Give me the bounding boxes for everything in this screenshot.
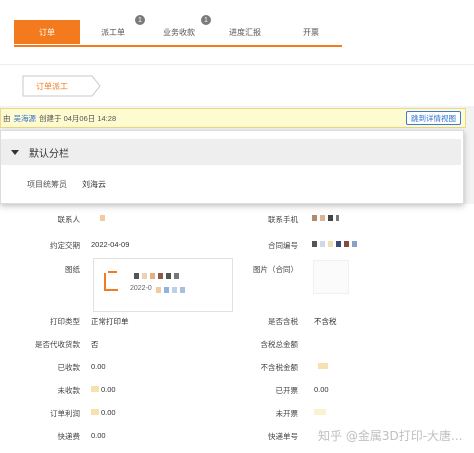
tab-label: 业务收款: [163, 27, 195, 37]
tab-label: 派工单: [101, 27, 125, 37]
tab-dispatch[interactable]: 派工单 1: [80, 15, 146, 44]
tab-progress[interactable]: 进度汇报: [212, 20, 278, 44]
delivery-date-label: 约定交期: [50, 241, 80, 250]
tax-included-label: 是否含税: [268, 317, 298, 326]
process-steps: 订单派工: [0, 64, 474, 106]
agent-collect-label: 是否代收货款: [35, 340, 80, 349]
tab-invoice[interactable]: 开票: [278, 20, 344, 44]
invoiced-value: 0.00: [314, 385, 329, 394]
print-type-value: 正常打印单: [91, 317, 129, 326]
contract-no-redacted: [312, 239, 360, 248]
step-label: 订单派工: [36, 82, 68, 91]
untaxed-total-label: 不含税金额: [260, 363, 299, 372]
drawing-file-date: 2022-0: [130, 285, 152, 292]
received-value: 0.00: [91, 362, 106, 371]
tax-included-value: 不含税: [314, 317, 337, 326]
tax-total-label: 含税总金额: [260, 340, 299, 349]
drawing-label: 图纸: [65, 265, 80, 274]
contact-label: 联系人: [57, 215, 81, 224]
tab-order[interactable]: 订单: [14, 20, 80, 44]
banner-prefix: 由: [3, 113, 11, 123]
tab-label: 订单: [39, 27, 55, 37]
watermark: 知乎 @金属3D打印-大唐...: [318, 429, 463, 443]
profit-value: 0.00: [101, 408, 116, 417]
section-title: 默认分栏: [29, 148, 69, 160]
untaxed-total-redacted: [318, 361, 331, 370]
coordinator-value: 刘海云: [82, 180, 106, 189]
info-banner: 由 吴海源 创建于 04月06日 14:28 跳到详情视图: [0, 108, 466, 128]
delivery-date-value: 2022-04-09: [91, 240, 130, 249]
express-fee-label: 快递费: [57, 432, 81, 441]
contact-value-redacted: [100, 213, 108, 222]
tab-label: 进度汇报: [229, 27, 261, 37]
creator-link[interactable]: 吴海源: [14, 113, 37, 124]
tab-payments[interactable]: 业务收款 1: [146, 15, 212, 44]
unreceived-label: 未收款: [57, 386, 81, 395]
jump-to-detail-button[interactable]: 跳到详情视图: [406, 111, 461, 125]
drawing-filename-redacted: [134, 271, 182, 280]
contract-image-label: 图片（合同）: [253, 265, 298, 274]
print-type-label: 打印类型: [50, 317, 80, 326]
invoiced-label: 已开票: [275, 386, 299, 395]
tab-underline: [14, 45, 342, 47]
caret-down-icon: [11, 149, 19, 155]
tracking-no-label: 快递单号: [268, 432, 298, 441]
drawing-attachment[interactable]: 2022-0: [93, 258, 233, 312]
contract-no-label: 合同编号: [268, 241, 298, 250]
section-header[interactable]: 默认分栏: [1, 139, 461, 165]
tab-label: 开票: [303, 27, 319, 37]
top-tab-bar: 订单 派工单 1 业务收款 1 进度汇报 开票: [0, 0, 474, 64]
uninvoiced-redacted: [314, 407, 329, 416]
contract-image-thumbnail[interactable]: [313, 260, 349, 294]
tab-badge: 1: [201, 15, 211, 25]
received-label: 已收款: [57, 363, 81, 372]
profit-label: 订单利润: [50, 409, 80, 418]
file-icon: [104, 271, 118, 291]
step-order-dispatch[interactable]: 订单派工: [22, 75, 102, 97]
unreceived-value: 0.00: [101, 385, 116, 394]
contact-phone-label: 联系手机: [268, 215, 298, 224]
drawing-date-redacted: [156, 285, 188, 294]
contact-phone-redacted: [312, 213, 342, 222]
section-popover: 默认分栏 项目统筹员 刘海云: [0, 130, 464, 204]
tab-list: 订单 派工单 1 业务收款 1 进度汇报 开票: [14, 15, 344, 48]
coordinator-label: 项目统筹员: [27, 180, 67, 189]
agent-collect-value: 否: [91, 340, 99, 349]
tab-badge: 1: [135, 15, 145, 25]
express-fee-value: 0.00: [91, 431, 106, 440]
uninvoiced-label: 未开票: [275, 409, 299, 418]
created-at: 创建于 04月06日 14:28: [39, 113, 117, 123]
